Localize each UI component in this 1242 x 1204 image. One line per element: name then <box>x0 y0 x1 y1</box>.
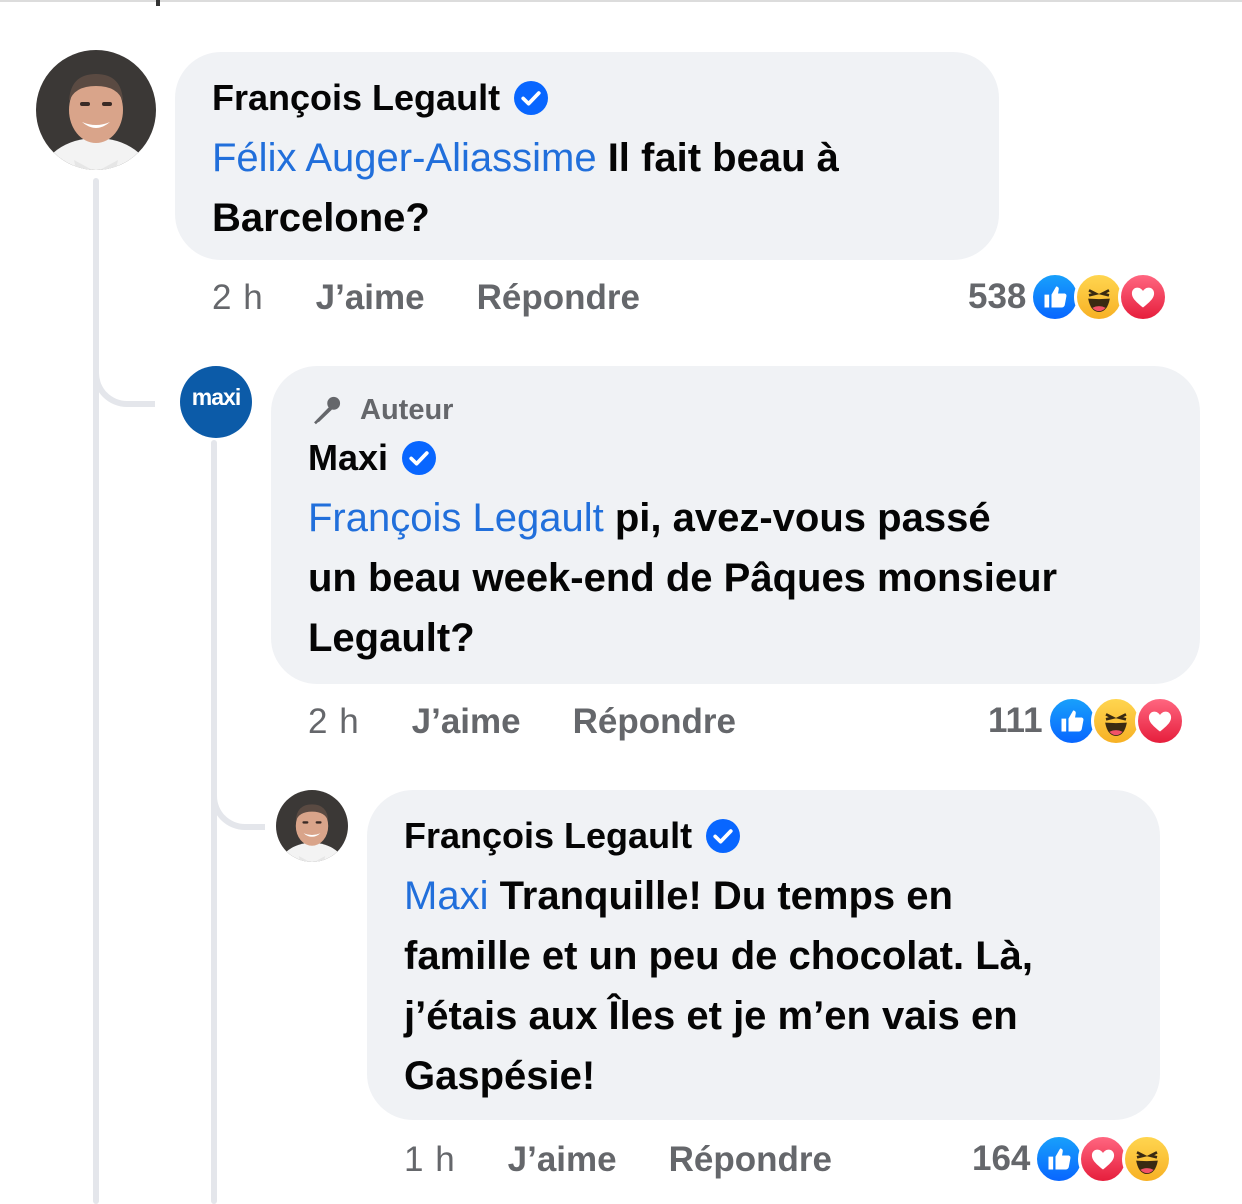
love-icon <box>1134 696 1185 746</box>
maxi-logo: maxi <box>191 383 241 410</box>
comment-text-line: pi, avez-vous passé <box>603 496 991 540</box>
reaction-count: 164 <box>972 1139 1031 1178</box>
comment-text: Maxi Tranquille! Du temps en famille et … <box>404 866 1130 1106</box>
reply-button[interactable]: Répondre <box>573 702 736 742</box>
comment-text: François Legault pi, avez-vous passé un … <box>308 488 1170 668</box>
avatar-photo <box>36 50 156 170</box>
reaction-count: 538 <box>968 277 1027 316</box>
top-divider <box>0 0 1242 2</box>
reply-button[interactable]: Répondre <box>477 278 640 318</box>
comment-text-line: Tranquille! Du temps en <box>488 874 953 918</box>
comment-bubble-3: François Legault Maxi Tranquille! Du tem… <box>367 790 1160 1120</box>
comment-bubble-2: Auteur Maxi François Legault pi, avez-vo… <box>271 366 1200 684</box>
comment-actions-3: 1 h J’aime Répondre <box>404 1140 832 1180</box>
reactions-summary-3[interactable]: 164 <box>972 1134 1173 1184</box>
reply-button[interactable]: Répondre <box>669 1140 832 1180</box>
comment-text-line: famille et un peu de chocolat. Là, <box>404 934 1034 978</box>
author-badge-label: Auteur <box>360 394 454 426</box>
mention-link[interactable]: Félix Auger-Aliassime <box>212 136 597 180</box>
comment-text-line: Gaspésie! <box>404 1054 596 1098</box>
comment-time[interactable]: 2 h <box>212 278 264 318</box>
comment-text-line: Barcelone? <box>212 196 430 240</box>
top-mark <box>156 0 160 6</box>
comment-text-line: j’étais aux Îles et je m’en vais en <box>404 994 1018 1038</box>
comment-bubble-1: François Legault Félix Auger-Aliassime I… <box>175 52 999 260</box>
author-badge: Auteur <box>308 392 1170 428</box>
mention-link[interactable]: Maxi <box>404 874 488 918</box>
comment-author-row: François Legault <box>212 76 963 120</box>
haha-icon <box>1090 696 1141 746</box>
comment-actions-2: 2 h J’aime Répondre <box>308 702 736 742</box>
verified-badge-icon <box>514 81 549 115</box>
comment-text-line: Il fait beau à <box>596 136 839 180</box>
verified-badge-icon <box>402 441 437 475</box>
verified-badge-icon <box>706 819 741 853</box>
comment-time[interactable]: 2 h <box>308 702 360 742</box>
avatar-maxi[interactable]: maxi <box>180 366 252 438</box>
thread-curve-2 <box>211 760 265 830</box>
reactions-summary-2[interactable]: 111 <box>988 696 1185 746</box>
comment-actions-1: 2 h J’aime Répondre <box>212 278 640 318</box>
like-icon <box>1030 272 1081 322</box>
comment-author-row: François Legault <box>404 814 1130 858</box>
like-button[interactable]: J’aime <box>508 1140 617 1180</box>
comment-author-row: Maxi <box>308 436 1170 480</box>
haha-icon <box>1074 272 1125 322</box>
comment-time[interactable]: 1 h <box>404 1140 456 1180</box>
love-icon <box>1118 272 1169 322</box>
mention-link[interactable]: François Legault <box>308 496 604 540</box>
comment-text-line: Legault? <box>308 616 475 660</box>
like-icon <box>1046 696 1097 746</box>
avatar-photo <box>276 790 348 862</box>
avatar-francois-legault[interactable] <box>36 50 156 170</box>
microphone-icon <box>314 396 341 425</box>
thread-curve-1 <box>93 330 155 407</box>
thread-line-reply <box>211 440 217 1204</box>
reaction-count: 111 <box>988 701 1043 740</box>
comment-text-line: un beau week-end de Pâques monsieur <box>308 556 1058 600</box>
comment-author[interactable]: François Legault <box>212 76 500 120</box>
like-icon <box>1034 1134 1085 1184</box>
like-button[interactable]: J’aime <box>412 702 521 742</box>
reactions-summary-1[interactable]: 538 <box>968 272 1169 322</box>
like-button[interactable]: J’aime <box>316 278 425 318</box>
avatar-francois-legault[interactable] <box>276 790 348 862</box>
comment-author[interactable]: François Legault <box>404 814 692 858</box>
love-icon <box>1078 1134 1129 1184</box>
haha-icon <box>1122 1134 1173 1184</box>
comment-text: Félix Auger-Aliassime Il fait beau à Bar… <box>212 128 963 248</box>
comment-author[interactable]: Maxi <box>308 436 388 480</box>
